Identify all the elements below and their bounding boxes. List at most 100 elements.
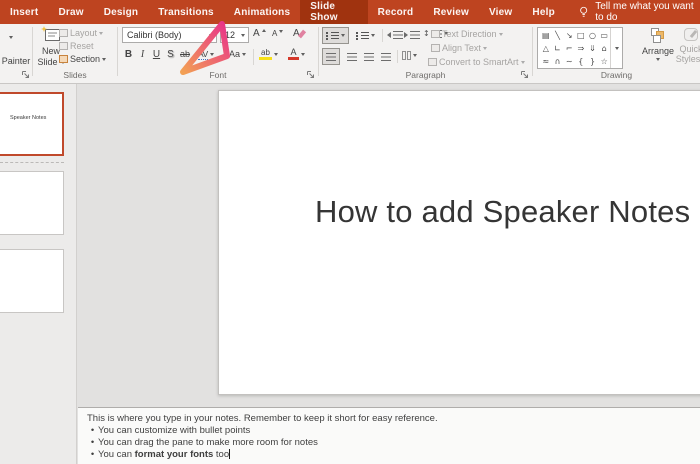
reset-button[interactable]: Reset [59, 41, 94, 51]
align-center-button[interactable] [343, 48, 361, 65]
new-slide-icon [41, 26, 60, 41]
clipboard-dialog-launcher-icon[interactable] [21, 70, 30, 79]
curve-shape-icon[interactable]: ∼ [563, 55, 575, 68]
notes-bullet-3: You can format your fonts too [98, 449, 231, 460]
arrange-button[interactable]: Arrange [638, 28, 678, 61]
text-direction-label: Text Direction [442, 29, 497, 39]
slide-title-text[interactable]: How to add Speaker Notes [315, 194, 690, 230]
tab-design[interactable]: Design [94, 0, 149, 24]
tab-record[interactable]: Record [368, 0, 424, 24]
align-center-icon [347, 52, 357, 61]
elbow-connector-icon[interactable]: ∟ [552, 42, 564, 55]
notes-bullet-2: You can drag the pane to make more room … [98, 437, 318, 448]
align-left-button[interactable] [322, 48, 340, 65]
tab-view[interactable]: View [479, 0, 522, 24]
elbow-arrow-connector-icon[interactable]: ⌐ [563, 42, 575, 55]
tell-me-box[interactable]: Tell me what you want to do [579, 0, 700, 24]
shapes-more-button[interactable] [610, 28, 622, 68]
paragraph-dialog-launcher-icon[interactable] [520, 70, 529, 79]
chevron-down-icon [498, 32, 503, 36]
tab-help[interactable]: Help [522, 0, 564, 24]
speaker-notes-pane[interactable]: This is where you type in your notes. Re… [78, 407, 700, 464]
align-right-button[interactable] [360, 48, 378, 65]
lightbulb-icon [580, 6, 588, 17]
text-highlight-button[interactable]: ab [259, 48, 278, 60]
tab-review[interactable]: Review [423, 0, 479, 24]
notes-bold-text: format your fonts [134, 449, 214, 460]
down-arrow-shape-icon[interactable]: ⇓ [587, 42, 599, 55]
star-shape-icon[interactable]: ☆ [598, 55, 610, 68]
align-text-button[interactable]: Align Text [431, 43, 487, 53]
layout-button[interactable]: Layout [59, 28, 104, 38]
rounded-rectangle-shape-icon[interactable]: ▭ [598, 29, 610, 42]
section-button[interactable]: Section [59, 54, 107, 64]
convert-to-smartart-button[interactable]: Convert to SmartArt [428, 57, 525, 67]
rectangle-shape-icon[interactable]: □ [575, 29, 587, 42]
chevron-down-icon [341, 34, 345, 37]
format-painter-button[interactable]: Painter [0, 56, 32, 66]
text-box-shape-icon[interactable]: ▤ [540, 29, 552, 42]
chevron-down-icon [656, 58, 660, 61]
reset-icon [59, 42, 68, 50]
align-text-label: Align Text [442, 43, 481, 53]
callout-shape-icon[interactable]: ⌂ [598, 42, 610, 55]
underline-button[interactable]: U [151, 49, 162, 60]
format-painter-dropdown-icon[interactable] [9, 36, 13, 39]
bullets-button[interactable] [322, 27, 349, 44]
arrow-shape-icon[interactable]: ↘ [563, 29, 575, 42]
columns-button[interactable] [402, 51, 417, 60]
button-separator [382, 29, 383, 42]
grow-font-button[interactable]: A [253, 28, 266, 39]
bullet-marker: • [90, 425, 95, 436]
vertical-arrows-icon: ↕ [423, 29, 430, 38]
quick-styles-button[interactable]: Quick Styles [676, 28, 700, 64]
bold-button[interactable]: B [123, 49, 134, 60]
line-shape-icon[interactable]: ╲ [552, 29, 564, 42]
font-color-button[interactable]: A [288, 48, 305, 60]
right-brace-shape-icon[interactable]: } [587, 55, 599, 68]
tab-draw[interactable]: Draw [48, 0, 93, 24]
tab-slide-show[interactable]: Slide Show [300, 0, 368, 24]
chevron-down-icon [274, 52, 278, 56]
notes-bullet-1: You can customize with bullet points [98, 425, 251, 436]
chevron-down-icon [237, 28, 248, 42]
thumbnail-title-text: Speaker Notes [10, 115, 47, 121]
align-text-icon [431, 44, 440, 52]
tab-insert[interactable]: Insert [0, 0, 48, 24]
decrease-indent-button[interactable] [387, 31, 403, 39]
tab-animations[interactable]: Animations [224, 0, 300, 24]
font-dialog-launcher-icon[interactable] [306, 70, 315, 79]
align-right-icon [364, 52, 374, 61]
font-color-icon: A [288, 48, 299, 60]
slides-group-label: Slides [63, 70, 87, 80]
group-separator [32, 27, 33, 76]
justify-button[interactable] [377, 48, 395, 65]
right-arrow-shape-icon[interactable]: ⇒ [575, 42, 587, 55]
increase-indent-button[interactable] [404, 31, 420, 39]
italic-button[interactable]: I [138, 49, 147, 60]
arrange-label: Arrange [641, 46, 675, 56]
shapes-gallery[interactable]: ▤ ╲ ↘ □ ○ ▭ △ ∟ ⌐ ⇒ ⇓ ⌂ ≈ ∩ ∼ { } ☆ [537, 27, 623, 69]
numbering-button[interactable] [353, 27, 378, 44]
group-separator [117, 27, 118, 76]
shrink-font-button[interactable]: A [272, 29, 284, 38]
section-label: Section [70, 54, 101, 64]
oval-shape-icon[interactable]: ○ [587, 29, 599, 42]
slide-thumbnail-2[interactable] [0, 171, 64, 235]
quick-styles-icon [684, 28, 698, 41]
triangle-shape-icon[interactable]: △ [540, 42, 552, 55]
scribble-shape-icon[interactable]: ≈ [540, 55, 552, 68]
arc-shape-icon[interactable]: ∩ [552, 55, 564, 68]
quick-styles-label-line1: Quick [679, 44, 700, 54]
slide-canvas[interactable]: How to add Speaker Notes [218, 90, 700, 395]
left-brace-shape-icon[interactable]: { [575, 55, 587, 68]
section-icon [59, 55, 68, 63]
slide-thumbnail-1[interactable]: Speaker Notes [0, 92, 64, 156]
bullet-marker: • [90, 437, 95, 448]
lines-icon [410, 31, 420, 39]
text-direction-button[interactable]: Text Direction [431, 29, 503, 39]
slide-thumbnail-3[interactable] [0, 249, 64, 313]
layout-label: Layout [70, 28, 98, 38]
clear-formatting-button[interactable]: A [293, 28, 306, 39]
change-case-button[interactable]: Aa [229, 49, 247, 59]
